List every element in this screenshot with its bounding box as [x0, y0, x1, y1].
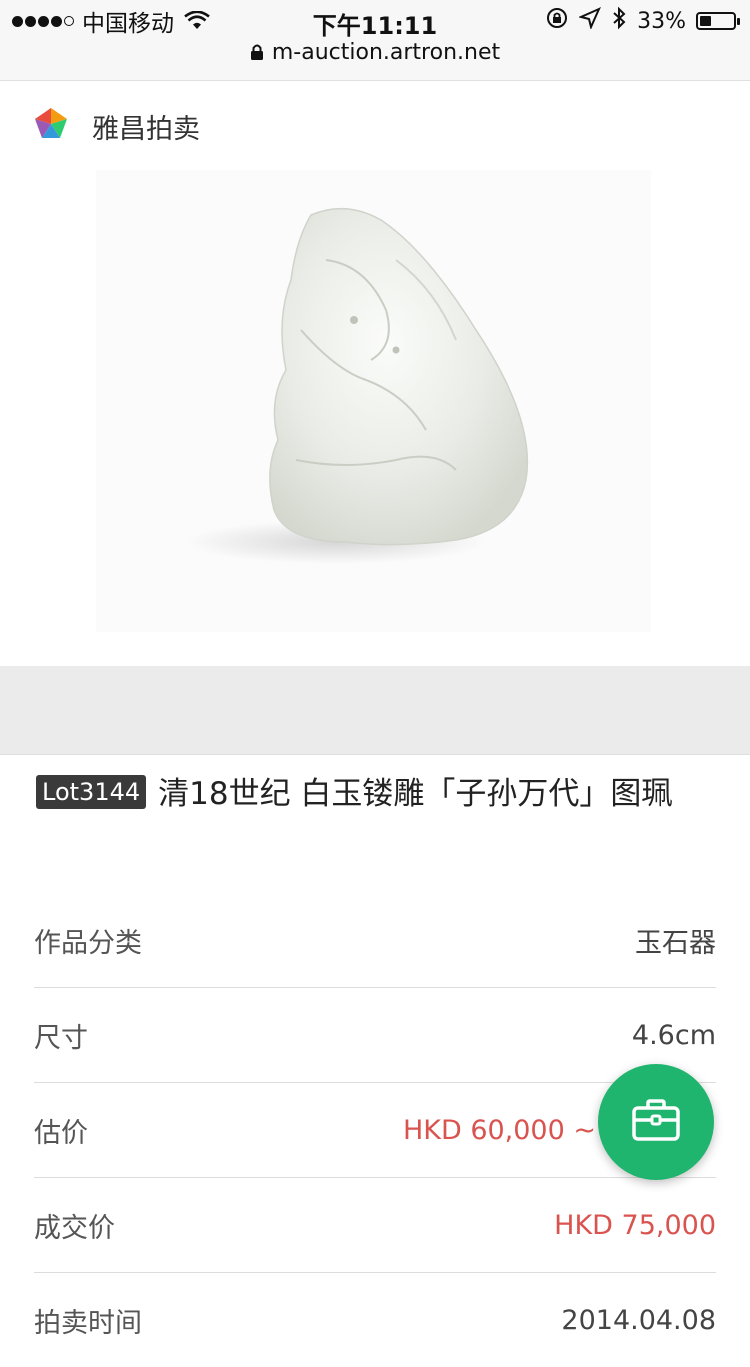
- battery-icon: [696, 12, 740, 30]
- detail-value-estimate: HKD 60,000 ~: [402, 1114, 596, 1146]
- detail-label: 估价: [34, 1117, 88, 1149]
- status-right: 33%: [545, 6, 740, 36]
- detail-label: 尺寸: [34, 1022, 88, 1054]
- detail-label: 成交价: [34, 1212, 115, 1244]
- image-pager-band: [0, 666, 750, 755]
- lot-title-text: 清18世纪 白玉镂雕「子孙万代」图珮: [158, 776, 673, 812]
- detail-value: 玉石器: [635, 927, 716, 959]
- bluetooth-icon: [611, 6, 627, 36]
- briefcase-icon: [631, 1098, 681, 1146]
- detail-value: 2014.04.08: [561, 1304, 716, 1336]
- artwork-image[interactable]: [96, 170, 651, 632]
- detail-row-category: 作品分类 玉石器: [34, 893, 716, 988]
- lot-title: Lot3144 清18世纪 白玉镂雕「子孙万代」图珮: [36, 772, 726, 816]
- lock-icon: [250, 42, 264, 67]
- url-bar[interactable]: m-auction.artron.net: [0, 40, 750, 67]
- detail-value-hammer-price: HKD 75,000: [554, 1209, 716, 1241]
- toolbox-button[interactable]: [598, 1064, 714, 1180]
- location-arrow-icon: [578, 7, 602, 35]
- url-text: m-auction.artron.net: [271, 40, 501, 65]
- battery-percent: 33%: [637, 8, 686, 34]
- detail-row-size: 尺寸 4.6cm: [34, 988, 716, 1083]
- brand-header[interactable]: 雅昌拍卖: [34, 106, 200, 146]
- detail-label: 作品分类: [34, 927, 142, 959]
- artron-logo-icon: [34, 107, 68, 145]
- status-bar: 中国移动 下午11:11 33% m-auction.artron.net: [0, 0, 750, 81]
- detail-value: 4.6cm: [631, 1019, 716, 1051]
- detail-row-auction-date: 拍卖时间 2014.04.08: [34, 1273, 716, 1367]
- brand-name: 雅昌拍卖: [92, 113, 200, 145]
- detail-row-hammer-price: 成交价 HKD 75,000: [34, 1178, 716, 1273]
- lot-number-badge: Lot3144: [36, 775, 147, 809]
- orientation-lock-icon: [545, 6, 569, 36]
